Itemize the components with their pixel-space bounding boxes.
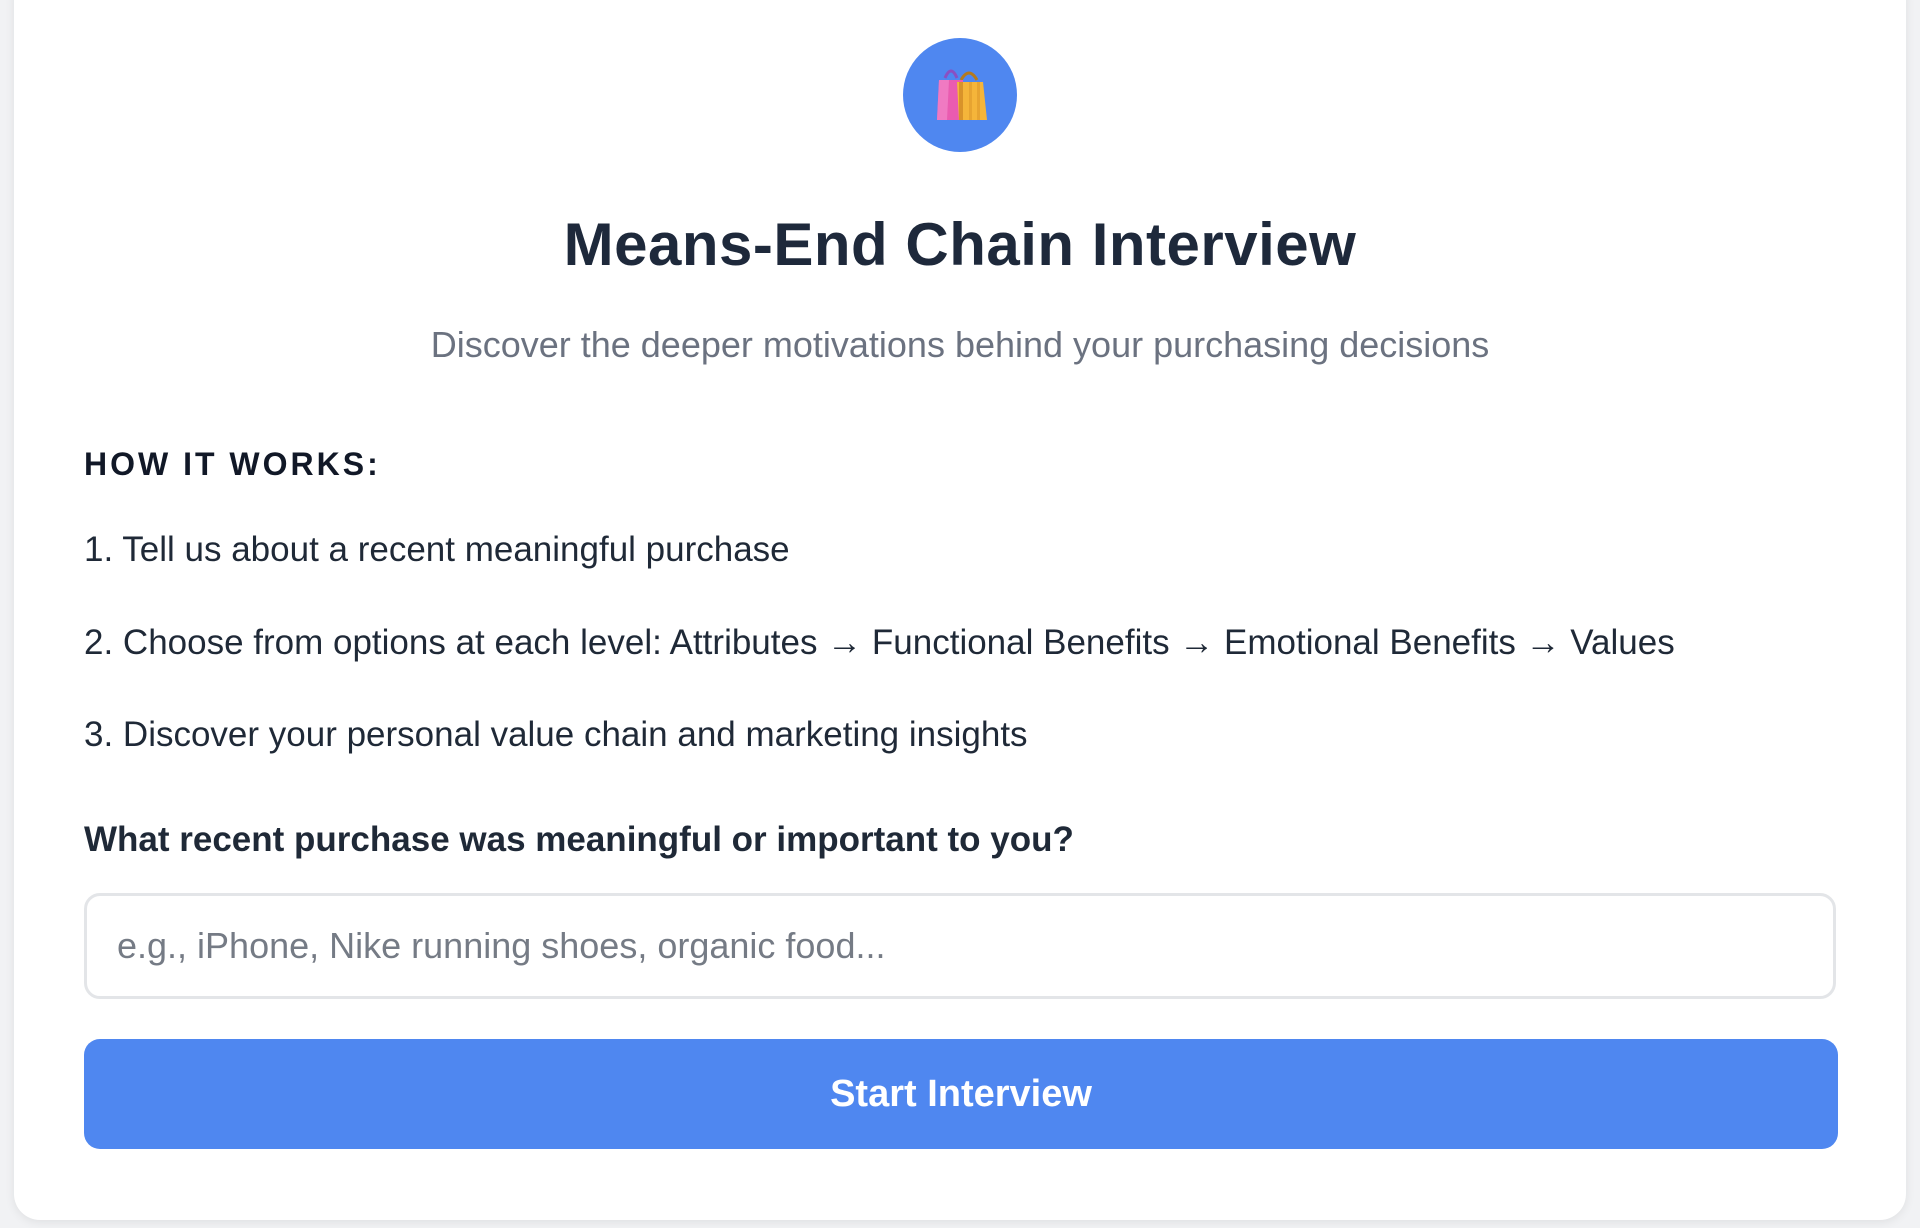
interview-card bbox=[14, 0, 1906, 1220]
start-interview-button[interactable]: Start Interview bbox=[84, 1039, 1838, 1149]
step-1: 1. Tell us about a recent meaningful pur… bbox=[84, 530, 790, 569]
purchase-input[interactable] bbox=[84, 893, 1836, 999]
how-it-works-heading: HOW IT WORKS: bbox=[84, 446, 381, 482]
step-2: 2. Choose from options at each level: At… bbox=[84, 623, 1675, 662]
shopping-bags-icon bbox=[937, 69, 987, 120]
page-subtitle: Discover the deeper motivations behind y… bbox=[430, 324, 1490, 365]
page-title: Means-End Chain Interview bbox=[563, 211, 1357, 278]
step-3: 3. Discover your personal value chain an… bbox=[84, 715, 1028, 754]
logo-badge bbox=[903, 38, 1017, 152]
purchase-question-label: What recent purchase was meaningful or i… bbox=[84, 820, 1074, 859]
